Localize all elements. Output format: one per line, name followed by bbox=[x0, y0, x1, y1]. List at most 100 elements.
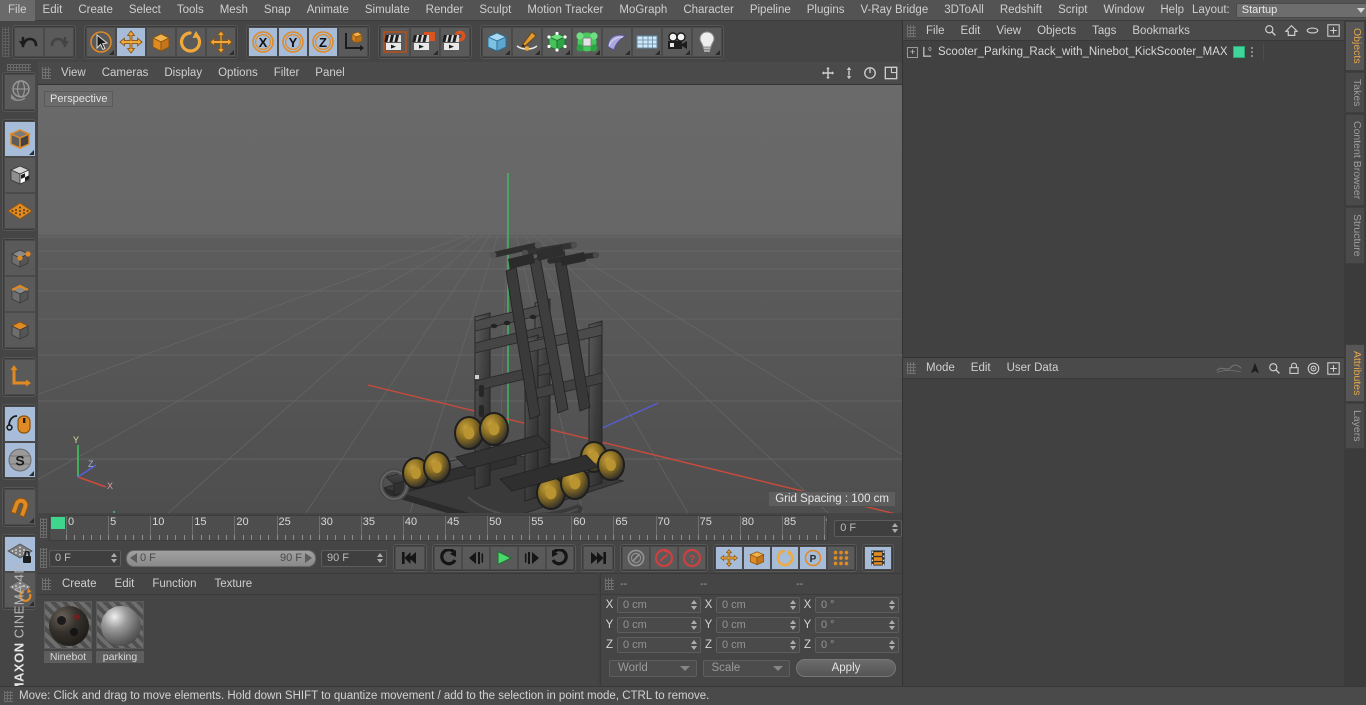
viewport-menu-display[interactable]: Display bbox=[156, 62, 210, 85]
menu-item-help[interactable]: Help bbox=[1152, 0, 1192, 21]
expand-toggle-icon[interactable]: + bbox=[907, 46, 918, 58]
search-icon[interactable] bbox=[1264, 24, 1277, 37]
add-spline-button[interactable] bbox=[512, 26, 542, 57]
preview-range-slider[interactable]: 0 F 90 F bbox=[126, 549, 316, 567]
menu-item-character[interactable]: Character bbox=[675, 0, 742, 21]
go-to-start-button[interactable] bbox=[395, 546, 425, 570]
apply-button[interactable]: Apply bbox=[796, 659, 896, 677]
coordinate-mode-dropdown[interactable]: Scale bbox=[702, 659, 790, 677]
render-settings-button[interactable] bbox=[440, 26, 470, 57]
rotate-tool-button[interactable] bbox=[176, 26, 206, 57]
menu-item-window[interactable]: Window bbox=[1095, 0, 1152, 21]
menu-item-create[interactable]: Create bbox=[70, 0, 121, 21]
add-deformer-button[interactable] bbox=[572, 26, 602, 57]
orbit-icon[interactable] bbox=[863, 66, 877, 80]
pan-icon[interactable] bbox=[821, 66, 835, 80]
move-tool-button[interactable] bbox=[116, 26, 146, 57]
menu-item-redshift[interactable]: Redshift bbox=[992, 0, 1050, 21]
spinner-icon[interactable] bbox=[889, 640, 895, 650]
left-toolbar-grip[interactable] bbox=[7, 64, 31, 71]
current-frame-field[interactable]: 0 F bbox=[49, 549, 121, 567]
timeline-grip[interactable] bbox=[40, 518, 47, 538]
add-light-button[interactable] bbox=[692, 26, 722, 57]
layout-dropdown[interactable]: Startup bbox=[1235, 2, 1366, 18]
material-menu-create[interactable]: Create bbox=[53, 574, 106, 595]
material-item[interactable]: Ninebot bbox=[44, 601, 92, 663]
material-swatch[interactable] bbox=[44, 601, 92, 649]
spinner-icon[interactable] bbox=[691, 600, 697, 610]
object-menu-file[interactable]: File bbox=[918, 21, 953, 41]
parameter-key-button[interactable]: P bbox=[799, 546, 827, 570]
redo-button[interactable] bbox=[44, 26, 74, 57]
spinner-icon[interactable] bbox=[889, 620, 895, 630]
scale-tool-button[interactable] bbox=[146, 26, 176, 57]
render-region-button[interactable] bbox=[410, 26, 440, 57]
enable-snapping-button[interactable] bbox=[4, 489, 36, 525]
spinner-icon[interactable] bbox=[790, 620, 796, 630]
timeline-toggle-button[interactable] bbox=[864, 546, 892, 570]
viewport-menu-panel[interactable]: Panel bbox=[307, 62, 352, 85]
viewport-menu-filter[interactable]: Filter bbox=[266, 62, 308, 85]
add-camera-button[interactable] bbox=[662, 26, 692, 57]
plus-box-icon[interactable] bbox=[1327, 24, 1340, 37]
timeline-ruler[interactable]: 0 5 10 15 20 25 30 35 40 45 50 55 60 65 70 75 80 85 90 bbox=[48, 515, 829, 541]
go-to-end-button[interactable] bbox=[583, 546, 613, 570]
spinner-icon[interactable] bbox=[790, 640, 796, 650]
step-forward-button[interactable] bbox=[518, 546, 546, 570]
spinner-icon[interactable] bbox=[111, 553, 117, 563]
scale-key-button[interactable] bbox=[743, 546, 771, 570]
playback-grip[interactable] bbox=[40, 548, 47, 568]
vtab-content-browser[interactable]: Content Browser bbox=[1345, 114, 1365, 207]
add-floor-button[interactable] bbox=[632, 26, 662, 57]
viewport-menu-cameras[interactable]: Cameras bbox=[94, 62, 157, 85]
range-left-handle-icon[interactable] bbox=[130, 553, 137, 563]
material-menu-texture[interactable]: Texture bbox=[205, 574, 261, 595]
material-menu-edit[interactable]: Edit bbox=[106, 574, 144, 595]
undo-view-button[interactable] bbox=[4, 74, 36, 110]
menu-item-edit[interactable]: Edit bbox=[35, 0, 71, 21]
plus-box-icon[interactable] bbox=[1327, 361, 1340, 375]
attribute-manager-grip[interactable] bbox=[907, 362, 916, 374]
menu-item-tools[interactable]: Tools bbox=[169, 0, 212, 21]
vtab-layers[interactable]: Layers bbox=[1345, 403, 1365, 449]
render-view-button[interactable] bbox=[380, 26, 410, 57]
enable-axis-modification-button[interactable] bbox=[4, 406, 36, 442]
rotation-key-button[interactable] bbox=[771, 546, 799, 570]
select-tool-button[interactable] bbox=[86, 26, 116, 57]
visibility-dots-icon[interactable] bbox=[1250, 46, 1254, 58]
lock-icon[interactable] bbox=[1288, 362, 1300, 375]
spinner-icon[interactable] bbox=[889, 600, 895, 610]
menu-item-vray-bridge[interactable]: V-Ray Bridge bbox=[852, 0, 936, 21]
vtab-takes[interactable]: Takes bbox=[1345, 71, 1365, 114]
step-back-button[interactable] bbox=[462, 546, 490, 570]
object-manager-grip[interactable] bbox=[907, 24, 916, 37]
menu-item-plugins[interactable]: Plugins bbox=[799, 0, 853, 21]
record-active-objects-button[interactable] bbox=[622, 546, 650, 570]
object-row[interactable]: + 0 Scooter_Parking_Rack_with_Ninebot_Ki… bbox=[903, 43, 1344, 61]
object-menu-bookmarks[interactable]: Bookmarks bbox=[1124, 21, 1198, 41]
menu-item-snap[interactable]: Snap bbox=[256, 0, 299, 21]
status-bar-grip[interactable] bbox=[4, 690, 13, 702]
position-key-button[interactable] bbox=[715, 546, 743, 570]
add-scene-object-button[interactable] bbox=[602, 26, 632, 57]
menu-item-motion-tracker[interactable]: Motion Tracker bbox=[519, 0, 611, 21]
coord-position-x-input[interactable]: 0 cm bbox=[617, 597, 701, 613]
object-menu-objects[interactable]: Objects bbox=[1029, 21, 1084, 41]
menu-item-simulate[interactable]: Simulate bbox=[357, 0, 418, 21]
viewport-menu-view[interactable]: View bbox=[53, 62, 94, 85]
spinner-icon[interactable] bbox=[377, 553, 383, 563]
menu-item-3dtoall[interactable]: 3DToAll bbox=[936, 0, 992, 21]
menu-item-file[interactable]: File bbox=[0, 0, 35, 21]
add-cube-object-button[interactable] bbox=[482, 26, 512, 57]
max-frame-field[interactable]: 90 F bbox=[321, 549, 387, 567]
attribute-menu-mode[interactable]: Mode bbox=[918, 358, 963, 379]
coord-position-y-input[interactable]: 0 cm bbox=[617, 617, 701, 633]
attribute-menu-user-data[interactable]: User Data bbox=[999, 358, 1067, 379]
menu-item-script[interactable]: Script bbox=[1050, 0, 1095, 21]
viewport-menu-grip[interactable] bbox=[42, 67, 51, 79]
undo-button[interactable] bbox=[14, 26, 44, 57]
menu-item-animate[interactable]: Animate bbox=[299, 0, 357, 21]
vtab-structure[interactable]: Structure bbox=[1345, 207, 1365, 264]
coordinates-grip[interactable] bbox=[605, 578, 614, 590]
prev-keyframe-button[interactable] bbox=[434, 546, 462, 570]
